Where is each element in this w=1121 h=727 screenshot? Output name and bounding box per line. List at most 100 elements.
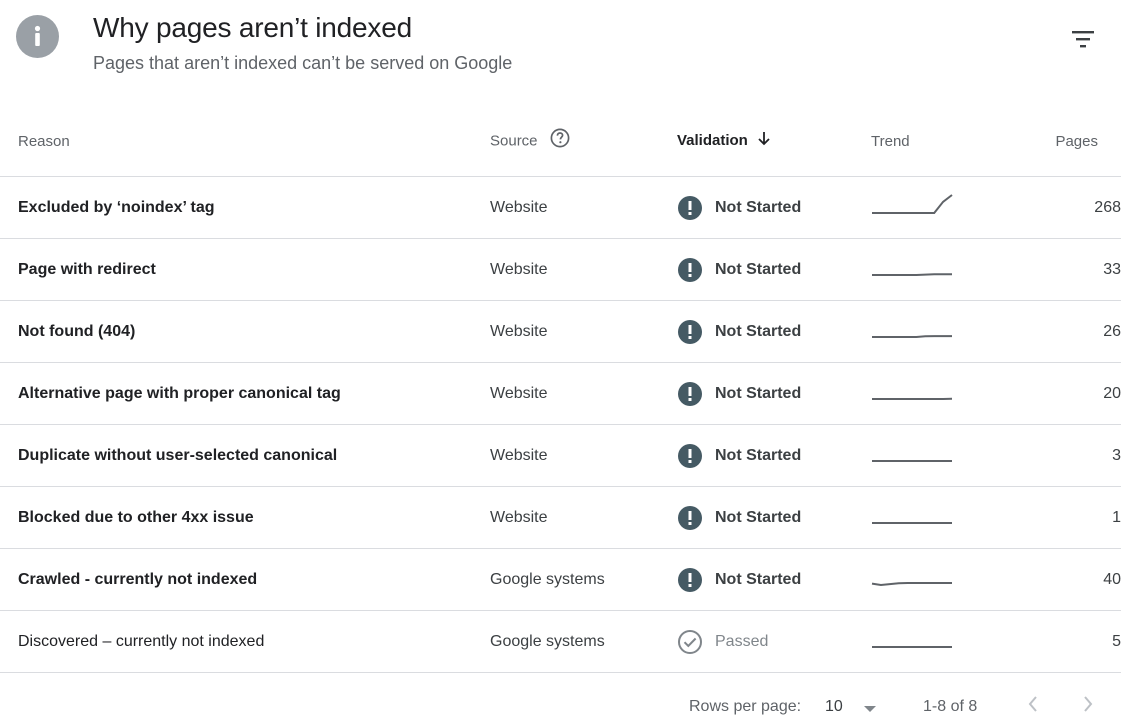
validation-cell: Not Started bbox=[677, 362, 871, 425]
trend-line bbox=[872, 194, 953, 214]
pages-cell: 3 bbox=[1019, 424, 1121, 487]
table-row[interactable]: Blocked due to other 4xx issue Website Not… bbox=[0, 486, 1121, 549]
check-circle-icon bbox=[677, 629, 703, 655]
table-row[interactable]: Discovered – currently not indexed Google… bbox=[0, 610, 1121, 673]
filter-icon bbox=[1072, 31, 1094, 48]
exclamation-circle-icon bbox=[677, 195, 703, 221]
validation-cell: Not Started bbox=[677, 238, 871, 301]
filter-button[interactable] bbox=[1064, 22, 1102, 56]
column-header-validation[interactable]: Validation bbox=[677, 106, 871, 177]
pages-cell: 20 bbox=[1019, 362, 1121, 425]
table-header-row: Reason Source Validation Trend Pages bbox=[0, 106, 1121, 177]
trend-cell bbox=[871, 548, 1019, 611]
validation-cell: Passed bbox=[677, 610, 871, 673]
validation-status: Not Started bbox=[715, 322, 802, 340]
trend-sparkline bbox=[872, 460, 952, 462]
source-cell: Website bbox=[490, 362, 677, 425]
help-icon[interactable] bbox=[550, 128, 570, 152]
pagination-range: 1-8 of 8 bbox=[923, 698, 978, 715]
exclamation-circle-icon bbox=[677, 443, 703, 469]
chevron-left-icon bbox=[1028, 696, 1037, 712]
validation-cell: Not Started bbox=[677, 300, 871, 363]
table-row[interactable]: Excluded by ‘noindex’ tag Website Not Star… bbox=[0, 176, 1121, 239]
column-header-pages[interactable]: Pages bbox=[1019, 106, 1121, 177]
pages-cell: 268 bbox=[1019, 176, 1121, 239]
pages-cell: 5 bbox=[1019, 610, 1121, 673]
exclamation-circle-icon bbox=[677, 319, 703, 345]
validation-cell: Not Started bbox=[677, 486, 871, 549]
chevron-right-icon bbox=[1084, 696, 1093, 712]
trend-sparkline bbox=[872, 522, 952, 524]
validation-status: Not Started bbox=[715, 446, 802, 464]
arrow-down-icon bbox=[756, 130, 772, 150]
trend-cell bbox=[871, 486, 1019, 549]
rows-per-page-select[interactable]: 10 bbox=[825, 698, 843, 716]
pages-cell: 40 bbox=[1019, 548, 1121, 611]
source-cell: Website bbox=[490, 176, 677, 239]
validation-cell: Not Started bbox=[677, 176, 871, 239]
pages-cell: 26 bbox=[1019, 300, 1121, 363]
column-header-trend: Trend bbox=[871, 106, 1019, 177]
trend-cell bbox=[871, 238, 1019, 301]
validation-status: Not Started bbox=[715, 198, 802, 216]
pages-cell: 33 bbox=[1019, 238, 1121, 301]
column-header-source[interactable]: Source bbox=[490, 106, 677, 177]
trend-line bbox=[872, 273, 952, 276]
report-header: Why pages aren’t indexed Pages that aren… bbox=[0, 0, 1121, 100]
source-cell: Website bbox=[490, 424, 677, 487]
reason-cell: Page with redirect bbox=[0, 238, 490, 301]
reason-cell: Alternative page with proper canonical t… bbox=[0, 362, 490, 425]
table-row[interactable]: Crawled - currently not indexed Google sy… bbox=[0, 548, 1121, 611]
source-cell: Website bbox=[490, 300, 677, 363]
previous-page-button[interactable] bbox=[1021, 692, 1045, 716]
pagination-bar: Rows per page: 10 1-8 of 8 bbox=[0, 680, 1121, 727]
table-row[interactable]: Alternative page with proper canonical t… bbox=[0, 362, 1121, 425]
next-page-button[interactable] bbox=[1076, 692, 1100, 716]
reason-cell: Duplicate without user-selected canonica… bbox=[0, 424, 490, 487]
validation-status: Not Started bbox=[715, 260, 802, 278]
reason-cell: Excluded by ‘noindex’ tag bbox=[0, 176, 490, 239]
trend-sparkline bbox=[872, 194, 953, 214]
reason-cell: Crawled - currently not indexed bbox=[0, 548, 490, 611]
table-row[interactable]: Duplicate without user-selected canonica… bbox=[0, 424, 1121, 487]
page-title: Why pages aren’t indexed bbox=[93, 12, 412, 43]
reasons-table: Reason Source Validation Trend Pages Exc… bbox=[0, 106, 1121, 673]
validation-status: Passed bbox=[715, 632, 769, 650]
info-icon bbox=[16, 15, 59, 58]
pages-cell: 1 bbox=[1019, 486, 1121, 549]
table-row[interactable]: Page with redirect Website Not Started 33 bbox=[0, 238, 1121, 301]
trend-cell bbox=[871, 424, 1019, 487]
trend-sparkline bbox=[871, 582, 952, 587]
trend-cell bbox=[871, 176, 1019, 239]
exclamation-circle-icon bbox=[677, 381, 703, 407]
source-cell: Website bbox=[490, 238, 677, 301]
trend-sparkline bbox=[872, 273, 952, 276]
reason-cell: Not found (404) bbox=[0, 300, 490, 363]
source-cell: Google systems bbox=[490, 548, 677, 611]
validation-status: Not Started bbox=[715, 384, 802, 402]
trend-line bbox=[872, 335, 952, 338]
validation-status: Not Started bbox=[715, 508, 802, 526]
trend-line bbox=[871, 582, 952, 587]
exclamation-circle-icon bbox=[677, 257, 703, 283]
rows-per-page-label: Rows per page: bbox=[689, 698, 802, 715]
trend-cell bbox=[871, 610, 1019, 673]
source-cell: Google systems bbox=[490, 610, 677, 673]
trend-sparkline bbox=[872, 646, 952, 648]
source-cell: Website bbox=[490, 486, 677, 549]
exclamation-circle-icon bbox=[677, 505, 703, 531]
table-row[interactable]: Not found (404) Website Not Started 26 bbox=[0, 300, 1121, 363]
page-subtitle: Pages that aren’t indexed can’t be serve… bbox=[93, 53, 513, 73]
reason-cell: Discovered – currently not indexed bbox=[0, 610, 490, 673]
validation-status: Not Started bbox=[715, 570, 802, 588]
trend-cell bbox=[871, 362, 1019, 425]
validation-cell: Not Started bbox=[677, 424, 871, 487]
dropdown-arrow-icon[interactable] bbox=[862, 702, 878, 714]
column-header-reason[interactable]: Reason bbox=[0, 106, 490, 177]
exclamation-circle-icon bbox=[677, 567, 703, 593]
trend-sparkline bbox=[872, 335, 952, 338]
trend-cell bbox=[871, 300, 1019, 363]
reason-cell: Blocked due to other 4xx issue bbox=[0, 486, 490, 549]
trend-sparkline bbox=[872, 397, 953, 400]
validation-cell: Not Started bbox=[677, 548, 871, 611]
